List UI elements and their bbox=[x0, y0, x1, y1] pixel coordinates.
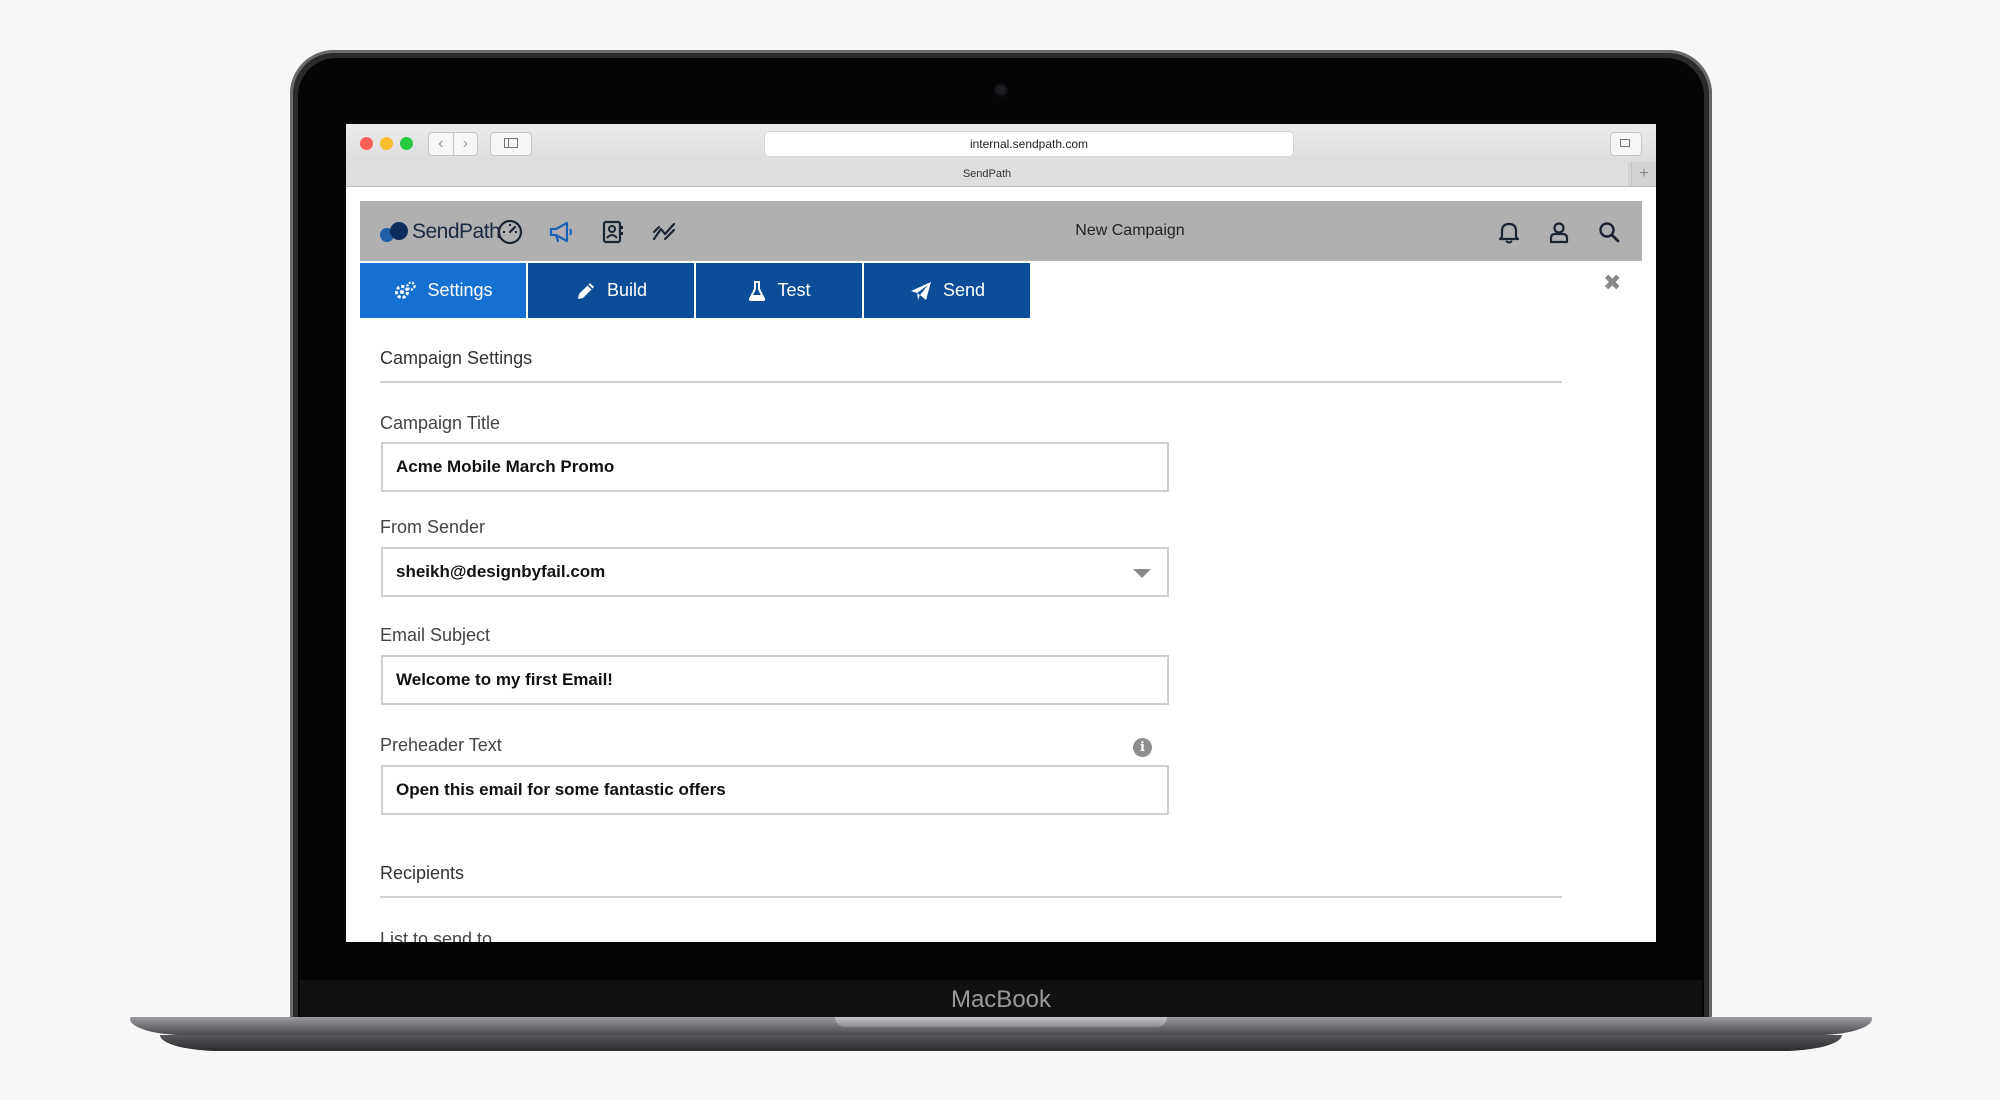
section-title-recipients: Recipients bbox=[380, 863, 465, 883]
section-divider bbox=[380, 381, 1562, 383]
chevron-down-icon bbox=[1133, 569, 1151, 578]
sidebar-toggle-button[interactable] bbox=[490, 132, 532, 156]
browser-titlebar: ‹ › internal.sendpath.com bbox=[346, 124, 1656, 163]
analytics-icon[interactable] bbox=[650, 218, 678, 246]
close-icon[interactable]: ✖ bbox=[1603, 270, 1621, 296]
tab-strip: SendPath + bbox=[346, 162, 1656, 187]
section-divider bbox=[380, 896, 1562, 898]
browser-window: ‹ › internal.sendpath.com SendPath + Sen… bbox=[346, 124, 1656, 942]
laptop-notch bbox=[835, 1017, 1167, 1027]
campaign-title-label: Campaign Title bbox=[380, 413, 501, 433]
address-bar[interactable]: internal.sendpath.com bbox=[764, 131, 1294, 157]
tab-send[interactable]: Send bbox=[864, 263, 1030, 318]
tab-sendpath[interactable]: SendPath bbox=[346, 162, 1628, 186]
tab-build-label: Build bbox=[606, 280, 648, 300]
campaign-steps: Settings Build Test Send bbox=[360, 263, 1032, 318]
tab-test-label: Test bbox=[777, 280, 811, 300]
camera-icon bbox=[996, 85, 1006, 95]
section-title-settings: Campaign Settings bbox=[380, 348, 533, 368]
preheader-input[interactable]: Open this email for some fantastic offer… bbox=[381, 765, 1169, 815]
paper-plane-icon bbox=[910, 281, 931, 300]
preheader-label: Preheader Text bbox=[380, 735, 502, 755]
forward-button[interactable]: › bbox=[454, 133, 478, 155]
from-sender-label: From Sender bbox=[380, 517, 486, 537]
from-sender-select[interactable]: sheikh@designbyfail.com bbox=[381, 547, 1169, 597]
contacts-icon[interactable] bbox=[599, 218, 627, 246]
dashboard-icon[interactable] bbox=[496, 218, 524, 246]
email-subject-label: Email Subject bbox=[380, 625, 491, 645]
pencil-icon bbox=[577, 282, 594, 299]
megaphone-icon[interactable] bbox=[547, 218, 575, 246]
device-brand: MacBook bbox=[950, 986, 1052, 1013]
campaign-title-input[interactable]: Acme Mobile March Promo bbox=[381, 442, 1169, 492]
tabs-icon bbox=[1620, 139, 1630, 147]
list-to-send-label: List to send to bbox=[380, 929, 493, 942]
back-button[interactable]: ‹ bbox=[429, 133, 454, 155]
tab-settings-label: Settings bbox=[427, 280, 493, 300]
tab-settings[interactable]: Settings bbox=[360, 263, 526, 318]
new-tab-button[interactable]: + bbox=[1631, 162, 1656, 186]
logo-mark bbox=[380, 220, 410, 244]
tab-test[interactable]: Test bbox=[696, 263, 862, 318]
tab-send-label: Send bbox=[942, 280, 986, 300]
show-tabs-button[interactable] bbox=[1610, 132, 1642, 156]
bell-icon[interactable] bbox=[1495, 218, 1523, 246]
info-icon[interactable]: i bbox=[1133, 738, 1152, 757]
laptop-base-foot bbox=[160, 1035, 1842, 1051]
minimize-window-button[interactable] bbox=[380, 137, 393, 150]
gears-icon bbox=[395, 280, 417, 299]
flask-icon bbox=[749, 280, 766, 301]
page-title: New Campaign bbox=[1075, 222, 1185, 239]
from-sender-value: sheikh@designbyfail.com bbox=[396, 562, 606, 581]
close-window-button[interactable] bbox=[360, 137, 373, 150]
history-nav: ‹ › bbox=[428, 132, 478, 156]
email-subject-input[interactable]: Welcome to my first Email! bbox=[381, 655, 1169, 705]
app-header: SendPath New Campaign bbox=[360, 201, 1642, 261]
logo-text: SendPath bbox=[412, 220, 501, 243]
app-logo[interactable]: SendPath bbox=[380, 220, 501, 244]
search-icon[interactable] bbox=[1595, 218, 1623, 246]
maximize-window-button[interactable] bbox=[400, 137, 413, 150]
sidebar-icon bbox=[504, 138, 518, 148]
tab-build[interactable]: Build bbox=[528, 263, 694, 318]
user-icon[interactable] bbox=[1545, 218, 1573, 246]
